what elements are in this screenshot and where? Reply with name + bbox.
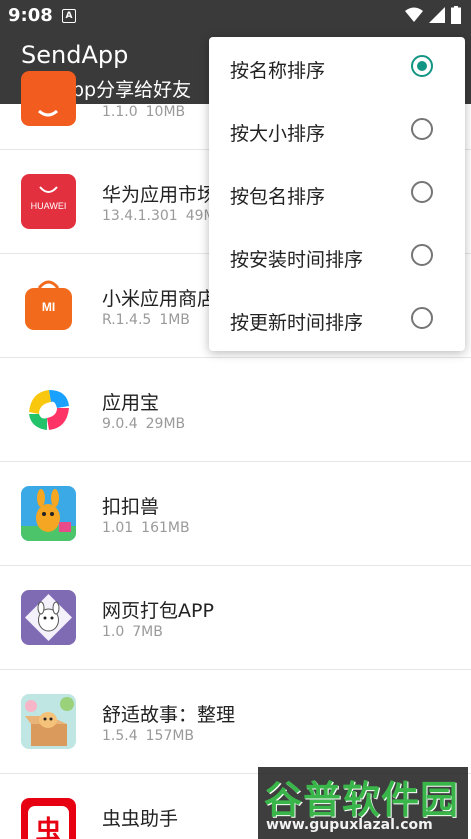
- sort-by-install-time-option[interactable]: 按安装时间排序: [209, 226, 465, 289]
- app-size: 157MB: [145, 728, 195, 744]
- status-time: 9:08: [8, 5, 53, 26]
- app-row[interactable]: 网页打包APP 1.0 7MB: [0, 566, 471, 670]
- screen: 9:08 A SendApp 选择App分享给好友 1.1.0 10MB HUA…: [0, 0, 471, 839]
- app-meta: 9.0.4 29MB: [102, 416, 185, 432]
- app-name: 华为应用市场: [102, 184, 217, 206]
- sort-option-label: 按名称排序: [230, 60, 326, 82]
- koukoushou-icon: [21, 486, 76, 541]
- radio-unchecked-icon[interactable]: [411, 118, 433, 140]
- app-meta: 13.4.1.301 49MB: [102, 208, 225, 224]
- app-meta: 1.1.0 10MB: [102, 104, 185, 120]
- sort-option-label: 按更新时间排序: [230, 312, 364, 334]
- app-size: 1MB: [159, 312, 190, 328]
- app-meta: 1.0 7MB: [102, 624, 163, 640]
- app-version: 1.1.0: [102, 104, 138, 120]
- radio-unchecked-icon[interactable]: [411, 307, 433, 329]
- battery-icon: [451, 6, 461, 24]
- app-row[interactable]: 应用宝 9.0.4 29MB: [0, 358, 471, 462]
- sort-option-label: 按包名排序: [230, 186, 326, 208]
- app-name: 应用宝: [102, 392, 160, 414]
- watermark-url: www.gupuxlazal.com: [266, 817, 433, 833]
- app-version: R.1.4.5: [102, 312, 152, 328]
- signal-icon: [429, 7, 445, 23]
- watermark: 谷普软件园 www.gupuxlazal.com: [258, 767, 468, 839]
- huawei-icon-label: HUAWEI: [30, 201, 67, 211]
- sort-by-size-option[interactable]: 按大小排序: [209, 100, 465, 163]
- wifi-icon: [405, 7, 423, 22]
- app-size: 10MB: [145, 104, 186, 120]
- system-icons: [405, 6, 461, 24]
- app-size: 161MB: [141, 520, 190, 536]
- app-row[interactable]: 扣扣兽 1.01 161MB: [0, 462, 471, 566]
- app-size: 29MB: [145, 416, 186, 432]
- huawei-appgallery-icon: HUAWEI: [21, 174, 76, 229]
- app-meta: R.1.4.5 1MB: [102, 312, 190, 328]
- app-version: 1.01: [102, 520, 134, 536]
- app-row[interactable]: 舒适故事：整理 1.5.4 157MB: [0, 670, 471, 774]
- app-version: 9.0.4: [102, 416, 138, 432]
- radio-unchecked-icon[interactable]: [411, 244, 433, 266]
- chongchong-icon: 虫: [21, 798, 76, 839]
- app-title: SendApp: [21, 41, 129, 69]
- app-version: 13.4.1.301: [102, 208, 178, 224]
- app-meta: 1.01 161MB: [102, 520, 190, 536]
- notification-icon: A: [62, 9, 76, 23]
- yingyongbao-icon: [21, 382, 76, 437]
- sort-by-package-option[interactable]: 按包名排序: [209, 163, 465, 226]
- watermark-text: 谷普软件园: [264, 778, 460, 822]
- app-version: 1.0: [102, 624, 125, 640]
- sort-option-label: 按大小排序: [230, 123, 326, 145]
- radio-checked-icon[interactable]: [411, 55, 433, 77]
- app-version: 1.5.4: [102, 728, 138, 744]
- xiaomi-icon-label: MI: [41, 300, 56, 314]
- chongchong-icon-label: 虫: [35, 816, 62, 839]
- app-name: 虫虫助手: [102, 808, 179, 830]
- sort-by-update-time-option[interactable]: 按更新时间排序: [209, 289, 465, 352]
- app-name: 扣扣兽: [102, 496, 160, 518]
- app-meta: 1.5.4 157MB: [102, 728, 194, 744]
- sort-by-name-option[interactable]: 按名称排序: [209, 37, 465, 100]
- web-pack-icon: [21, 590, 76, 645]
- radio-unchecked-icon[interactable]: [411, 181, 433, 203]
- status-bar: 9:08 A: [0, 0, 471, 32]
- cozy-story-icon: [21, 694, 76, 749]
- app-size: 7MB: [132, 624, 163, 640]
- sort-option-label: 按安装时间排序: [230, 249, 364, 271]
- app-name: 网页打包APP: [102, 600, 214, 622]
- sort-menu: 按名称排序 按大小排序 按包名排序 按安装时间排序 按更新时间排序: [209, 37, 465, 351]
- app-name: 小米应用商店: [102, 288, 217, 310]
- app-name: 舒适故事：整理: [102, 704, 236, 726]
- orange-app-icon: [21, 71, 76, 126]
- xiaomi-store-icon: MI: [21, 278, 76, 333]
